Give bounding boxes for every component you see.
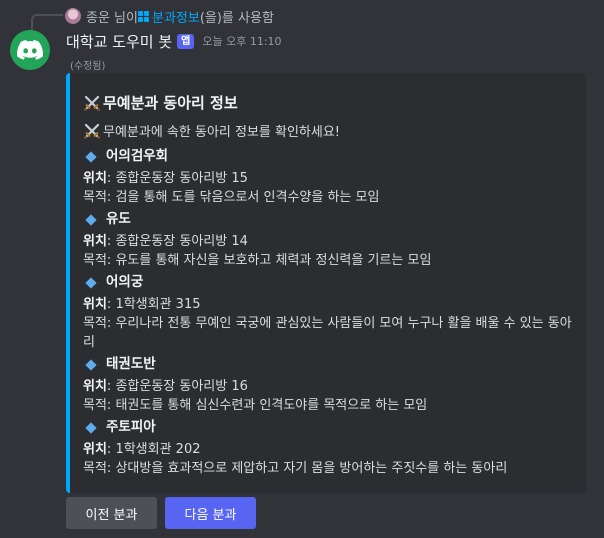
blue-diamond-icon bbox=[85, 276, 97, 289]
reply-command[interactable]: 분과정보 bbox=[137, 7, 200, 26]
blue-diamond-icon bbox=[85, 358, 97, 371]
club-purpose-value: 우리나라 전통 무예인 국궁에 관심있는 사람들이 모여 누구나 활을 배울 수… bbox=[83, 316, 572, 350]
purpose-label: 목적 bbox=[83, 190, 107, 205]
embed-description: 무예분과에 속한 동아리 정보를 확인하세요! bbox=[83, 121, 340, 140]
club-location-value: 종합운동장 동아리방 16 bbox=[115, 379, 248, 394]
club-entry: 어의궁 위치: 1학생회관 315 목적: 우리나라 전통 무예인 국궁에 관심… bbox=[83, 273, 576, 352]
location-label: 위치 bbox=[83, 234, 107, 249]
club-purpose: 목적: 검을 통해 도를 닦음으로서 인격수양을 하는 모임 bbox=[83, 190, 380, 205]
club-name: 태권도반 bbox=[106, 356, 156, 372]
club-entry: 유도 위치: 종합운동장 동아리방 14 목적: 유도를 통해 자신을 보호하고… bbox=[83, 210, 576, 270]
club-location-value: 종합운동장 동아리방 14 bbox=[115, 234, 248, 249]
club-name-row: 어의궁 bbox=[83, 273, 576, 292]
club-purpose: 목적: 태권도를 통해 심신수련과 인격도야를 목적으로 하는 모임 bbox=[83, 398, 428, 413]
reply-connector bbox=[31, 14, 63, 30]
club-location: 위치: 1학생회관 202 bbox=[83, 442, 201, 457]
club-location: 위치: 1학생회관 315 bbox=[83, 297, 201, 312]
location-label: 위치 bbox=[83, 171, 107, 186]
club-name-row: 태권도반 bbox=[83, 355, 576, 374]
reply-user[interactable]: 종운 님이 bbox=[86, 7, 138, 26]
club-location-value: 종합운동장 동아리방 15 bbox=[115, 171, 248, 186]
club-purpose-value: 검을 통해 도를 닦음으로서 인격수양을 하는 모임 bbox=[115, 190, 380, 205]
club-name: 주토피아 bbox=[106, 419, 156, 435]
crossed-swords-icon bbox=[84, 123, 100, 139]
embed-title-text: 무예분과 동아리 정보 bbox=[103, 94, 238, 112]
purpose-label: 목적 bbox=[83, 253, 107, 268]
purpose-label: 목적 bbox=[83, 316, 107, 331]
club-entry: 주토피아 위치: 1학생회관 202 목적: 상대방을 효과적으로 제압하고 자… bbox=[83, 418, 576, 478]
embed-card: 무예분과 동아리 정보 무예분과에 속한 동아리 정보를 확인하세요! 어의검우… bbox=[66, 73, 586, 493]
club-name-row: 주토피아 bbox=[83, 418, 576, 437]
reply-suffix: (을)를 사용함 bbox=[199, 10, 274, 26]
message-header: 대학교 도우미 봇 앱 오늘 오후 11:10 bbox=[66, 30, 282, 52]
crossed-swords-icon bbox=[84, 95, 100, 111]
club-location-value: 1학생회관 202 bbox=[115, 442, 201, 457]
discord-logo-icon bbox=[17, 40, 43, 60]
bot-avatar[interactable] bbox=[10, 30, 50, 70]
club-name-row: 어의검우회 bbox=[83, 147, 576, 166]
blue-diamond-icon bbox=[85, 150, 97, 163]
club-purpose: 목적: 유도를 통해 자신을 보호하고 체력과 정신력을 기르는 모임 bbox=[83, 253, 432, 268]
club-name: 유도 bbox=[106, 211, 131, 227]
location-label: 위치 bbox=[83, 442, 107, 457]
edited-indicator: (수정됨) bbox=[70, 61, 106, 72]
author-name[interactable]: 대학교 도우미 봇 bbox=[66, 31, 172, 52]
next-category-button[interactable]: 다음 분과 bbox=[165, 497, 256, 529]
purpose-label: 목적 bbox=[83, 398, 107, 413]
reply-command-label: 분과정보 bbox=[151, 10, 200, 26]
club-location: 위치: 종합운동장 동아리방 14 bbox=[83, 234, 248, 249]
club-entry: 태권도반 위치: 종합운동장 동아리방 16 목적: 태권도를 통해 심신수련과… bbox=[83, 355, 576, 415]
club-name: 어의검우회 bbox=[106, 148, 169, 164]
message-timestamp[interactable]: 오늘 오후 11:10 bbox=[202, 33, 281, 49]
club-purpose-value: 유도를 통해 자신을 보호하고 체력과 정신력을 기르는 모임 bbox=[115, 253, 432, 268]
replied-user-avatar[interactable] bbox=[65, 8, 81, 24]
club-purpose: 목적: 우리나라 전통 무예인 국궁에 관심있는 사람들이 모여 누구나 활을 … bbox=[83, 316, 572, 350]
club-name-row: 유도 bbox=[83, 210, 576, 229]
club-purpose-value: 상대방을 효과적으로 제압하고 자기 몸을 방어하는 주짓수를 하는 동아리 bbox=[115, 461, 508, 476]
club-location: 위치: 종합운동장 동아리방 16 bbox=[83, 379, 248, 394]
embed-description-text: 무예분과에 속한 동아리 정보를 확인하세요! bbox=[103, 125, 341, 140]
club-purpose: 목적: 상대방을 효과적으로 제압하고 자기 몸을 방어하는 주짓수를 하는 동… bbox=[83, 461, 508, 476]
purpose-label: 목적 bbox=[83, 461, 107, 476]
prev-category-button[interactable]: 이전 분과 bbox=[66, 497, 157, 529]
club-purpose-value: 태권도를 통해 심신수련과 인격도야를 목적으로 하는 모임 bbox=[115, 398, 428, 413]
app-command-icon bbox=[137, 10, 149, 22]
location-label: 위치 bbox=[83, 297, 107, 312]
embed-title: 무예분과 동아리 정보 bbox=[83, 92, 238, 113]
app-badge: 앱 bbox=[177, 33, 195, 49]
location-label: 위치 bbox=[83, 379, 107, 394]
club-location-value: 1학생회관 315 bbox=[115, 297, 201, 312]
club-name: 어의궁 bbox=[106, 274, 144, 290]
blue-diamond-icon bbox=[85, 213, 97, 226]
club-entry: 어의검우회 위치: 종합운동장 동아리방 15 목적: 검을 통해 도를 닦음으… bbox=[83, 147, 576, 207]
reply-reference[interactable]: 종운 님이 분과정보 (을)를 사용함 bbox=[65, 7, 274, 26]
club-location: 위치: 종합운동장 동아리방 15 bbox=[83, 171, 248, 186]
blue-diamond-icon bbox=[85, 421, 97, 434]
